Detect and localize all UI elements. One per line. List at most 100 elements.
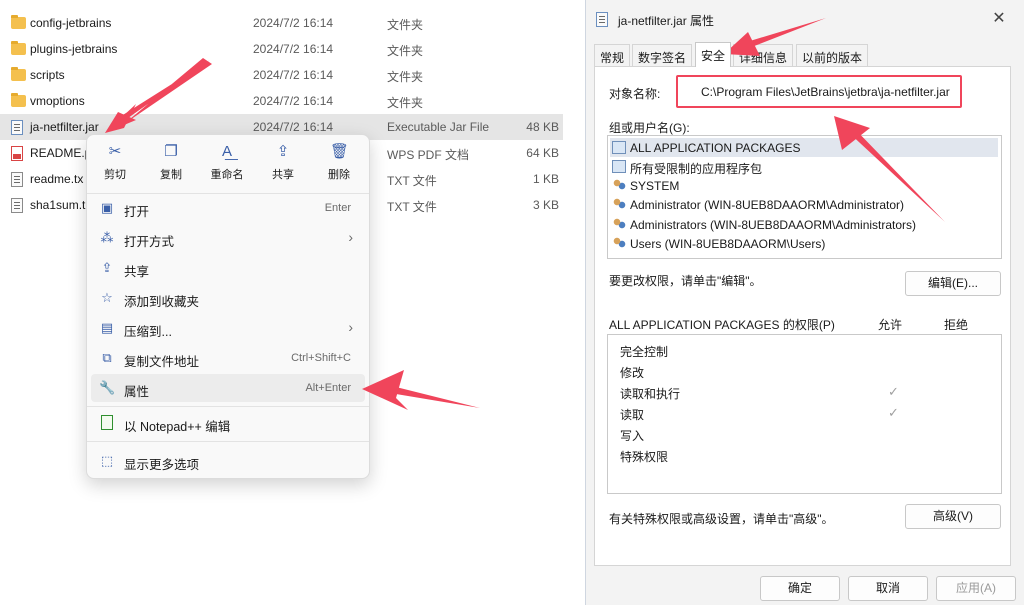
file-name: README.p xyxy=(30,146,92,160)
tab-digital-signatures[interactable]: 数字签名 xyxy=(632,44,693,66)
copy-button[interactable]: ❐ 复制 xyxy=(145,143,197,187)
menu-item-copy-path[interactable]: ⧉ 复制文件地址 Ctrl+Shift+C xyxy=(91,344,365,372)
ok-button[interactable]: 确定 xyxy=(760,576,840,601)
dialog-title: ja-netfilter.jar 属性 xyxy=(618,14,715,28)
tab-previous-versions[interactable]: 以前的版本 xyxy=(796,44,869,66)
folder-icon xyxy=(11,41,26,56)
menu-item-open-with[interactable]: ⁂ 打开方式 › xyxy=(91,224,365,252)
close-button[interactable]: ✕ xyxy=(988,8,1010,30)
file-row[interactable]: scripts 2024/7/2 16:14 文件夹 xyxy=(0,62,563,88)
allow-check-icon: ✓ xyxy=(888,405,899,420)
menu-item-share[interactable]: ⇪ 共享 xyxy=(91,254,365,282)
group-name: Administrator (WIN-8UEB8DAAORM\Administr… xyxy=(630,198,905,212)
permission-name: 读取 xyxy=(620,408,645,422)
wrench-icon: 🔧 xyxy=(99,380,116,395)
pdf-file-icon xyxy=(11,146,25,161)
allow-header: 允许 xyxy=(878,318,903,332)
advanced-button[interactable]: 高级(V) xyxy=(905,504,1001,529)
menu-item-label: 以 Notepad++ 编辑 xyxy=(124,420,231,434)
dialog-title-bar: ja-netfilter.jar 属性 ✕ xyxy=(586,0,1024,38)
file-row[interactable]: vmoptions 2024/7/2 16:14 文件夹 xyxy=(0,88,563,114)
copy-icon: ❐ xyxy=(164,143,178,160)
file-name: scripts xyxy=(30,68,65,82)
file-date: 2024/7/2 16:14 xyxy=(253,16,334,30)
group-name: Administrators (WIN-8UEB8DAAORM\Administ… xyxy=(630,218,917,232)
tab-general[interactable]: 常规 xyxy=(594,44,631,66)
menu-item-compress[interactable]: ▤ 压缩到... › xyxy=(91,314,365,342)
file-date: 2024/7/2 16:14 xyxy=(253,42,334,56)
menu-item-label: 添加到收藏夹 xyxy=(124,295,200,309)
menu-item-label: 共享 xyxy=(124,265,150,279)
context-menu-toolbar: ✂ 剪切 ❐ 复制 A͟ 重命名 ⇪ 共享 🗑 删除 xyxy=(87,135,369,191)
rename-button[interactable]: A͟ 重命名 xyxy=(201,143,253,187)
share-button[interactable]: ⇪ 共享 xyxy=(257,143,309,187)
rename-label: 重命名 xyxy=(210,169,244,181)
file-size: 64 KB xyxy=(526,146,559,160)
chevron-right-icon: › xyxy=(348,229,353,245)
list-item[interactable]: Administrators (WIN-8UEB8DAAORM\Administ… xyxy=(610,215,998,234)
tab-security[interactable]: 安全 xyxy=(695,42,732,67)
folder-icon xyxy=(11,93,26,108)
share-label: 共享 xyxy=(272,169,294,181)
menu-item-shortcut: Ctrl+Shift+C xyxy=(291,352,351,364)
file-type: 文件夹 xyxy=(387,44,424,58)
security-tab-panel: 对象名称: C:\Program Files\JetBrains\jetbra\… xyxy=(594,66,1011,566)
delete-button[interactable]: 🗑 删除 xyxy=(313,143,365,187)
file-row[interactable]: plugins-jetbrains 2024/7/2 16:14 文件夹 xyxy=(0,36,563,62)
share-icon: ⇪ xyxy=(101,260,113,275)
context-menu: ✂ 剪切 ❐ 复制 A͟ 重命名 ⇪ 共享 🗑 删除 ▣ 打开 Enter ⁂ … xyxy=(86,134,370,479)
open-with-icon: ⁂ xyxy=(100,230,114,245)
menu-item-label: 属性 xyxy=(124,385,150,399)
group-name: 所有受限制的应用程序包 xyxy=(630,162,763,176)
list-item[interactable]: ALL APPLICATION PACKAGES xyxy=(610,138,998,157)
allow-check-icon: ✓ xyxy=(888,384,899,399)
tab-details[interactable]: 详细信息 xyxy=(733,44,794,66)
menu-divider xyxy=(87,406,369,407)
file-name: config-jetbrains xyxy=(30,16,112,30)
folder-icon xyxy=(11,15,26,30)
group-name: ALL APPLICATION PACKAGES xyxy=(630,141,801,155)
object-name-label: 对象名称: xyxy=(609,87,661,101)
list-item[interactable]: Administrator (WIN-8UEB8DAAORM\Administr… xyxy=(610,195,998,214)
permissions-listbox[interactable]: 完全控制 修改 读取和执行 ✓ 读取 ✓ 写入 特殊权限 xyxy=(607,334,1002,494)
menu-item-more-options[interactable]: ⬚ 显示更多选项 xyxy=(91,447,365,475)
file-name: plugins-jetbrains xyxy=(30,42,118,56)
file-type: Executable Jar File xyxy=(387,120,490,134)
menu-item-label: 显示更多选项 xyxy=(124,458,200,472)
deny-header: 拒绝 xyxy=(944,318,969,332)
notepad-icon xyxy=(99,415,115,431)
file-row[interactable]: config-jetbrains 2024/7/2 16:14 文件夹 xyxy=(0,10,563,36)
file-type: TXT 文件 xyxy=(387,174,437,188)
rename-icon: A͟ xyxy=(221,143,232,160)
cut-button[interactable]: ✂ 剪切 xyxy=(89,143,141,187)
groups-listbox[interactable]: ALL APPLICATION PACKAGES 所有受限制的应用程序包 SYS… xyxy=(607,135,1002,259)
file-type: 文件夹 xyxy=(387,96,424,110)
permission-name: 读取和执行 xyxy=(620,387,681,401)
list-item[interactable]: SYSTEM xyxy=(610,176,998,195)
file-type: WPS PDF 文档 xyxy=(387,148,470,162)
list-item[interactable]: 所有受限制的应用程序包 xyxy=(610,157,998,176)
text-file-icon xyxy=(11,172,25,187)
users-icon xyxy=(612,237,626,250)
edit-button[interactable]: 编辑(E)... xyxy=(905,271,1001,296)
delete-label: 删除 xyxy=(328,169,350,181)
file-date: 2024/7/2 16:14 xyxy=(253,94,334,108)
list-item[interactable]: Users (WIN-8UEB8DAAORM\Users) xyxy=(610,234,998,253)
file-name: sha1sum.t xyxy=(30,198,86,212)
apply-button[interactable]: 应用(A) xyxy=(936,576,1016,601)
menu-item-label: 打开方式 xyxy=(124,235,175,249)
jar-file-icon xyxy=(11,120,25,135)
file-type: 文件夹 xyxy=(387,70,424,84)
cut-icon: ✂ xyxy=(108,143,122,160)
menu-item-shortcut: Enter xyxy=(324,202,351,214)
menu-item-properties[interactable]: 🔧 属性 Alt+Enter xyxy=(91,374,365,402)
more-options-icon: ⬚ xyxy=(100,453,114,468)
menu-item-notepad-edit[interactable]: 以 Notepad++ 编辑 xyxy=(91,409,365,437)
menu-item-add-favorites[interactable]: ☆ 添加到收藏夹 xyxy=(91,284,365,312)
cancel-button[interactable]: 取消 xyxy=(848,576,928,601)
group-name: SYSTEM xyxy=(630,179,680,193)
users-icon xyxy=(612,218,626,231)
open-icon: ▣ xyxy=(100,200,114,215)
permission-name: 完全控制 xyxy=(620,345,669,359)
menu-item-open[interactable]: ▣ 打开 Enter xyxy=(91,194,365,222)
